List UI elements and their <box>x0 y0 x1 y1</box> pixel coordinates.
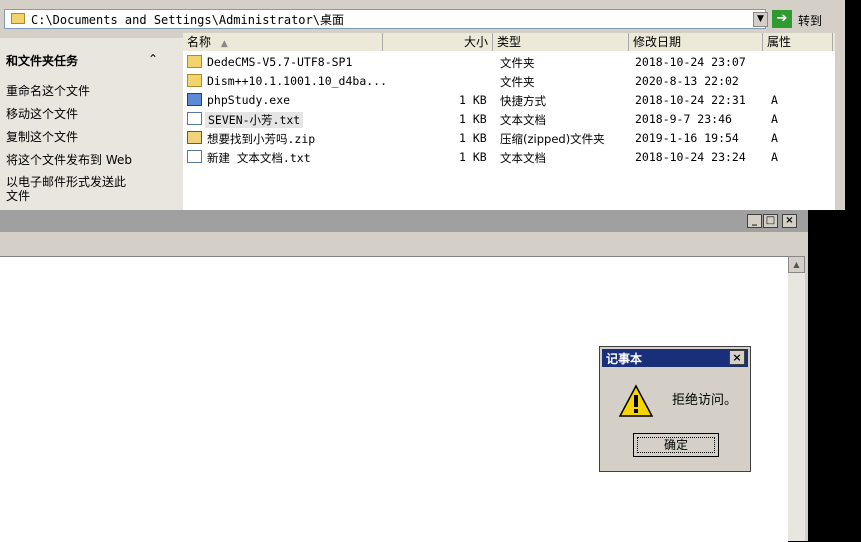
folder-icon <box>187 55 202 68</box>
file-modified: 2019-1-16 19:54 <box>635 131 739 145</box>
dialog-title: 记事本 <box>606 352 643 366</box>
column-name-label: 名称 <box>187 35 212 49</box>
file-list: 名称 ▲ 大小 类型 修改日期 属性 DedeCMS-V5.7-UTF8-SP1… <box>183 33 835 210</box>
ok-button[interactable]: 确定 <box>633 433 719 457</box>
file-type: 文件夹 <box>500 75 535 89</box>
task-email-cont[interactable]: 文件 <box>6 187 30 204</box>
file-name: 想要找到小芳吗.zip <box>207 132 316 146</box>
sort-up-icon: ▲ <box>220 39 228 49</box>
file-modified: 2020-8-13 22:02 <box>635 74 739 88</box>
arrow-right-icon: ➔ <box>772 10 792 28</box>
file-row[interactable]: 新建 文本文档.txt 1 KB 文本文档 2018-10-24 23:24 A <box>183 148 835 166</box>
go-button[interactable]: ➔ 转到 <box>770 8 830 30</box>
task-copy[interactable]: 复制这个文件 <box>6 128 78 145</box>
text-file-icon <box>187 112 202 125</box>
file-type: 快捷方式 <box>500 94 546 108</box>
task-rename[interactable]: 重命名这个文件 <box>6 82 90 99</box>
close-icon[interactable]: × <box>729 350 745 365</box>
vertical-scrollbar[interactable]: ▲ <box>788 256 805 541</box>
address-input[interactable]: C:\Documents and Settings\Administrator\… <box>4 9 768 29</box>
explorer-window: C:\Documents and Settings\Administrator\… <box>0 0 845 210</box>
file-tasks-panel: 和文件夹任务 ⌃ 重命名这个文件 移动这个文件 复制这个文件 将这个文件发布到 … <box>0 38 183 210</box>
file-size: 1 KB <box>459 131 487 145</box>
file-modified: 2018-9-7 23:46 <box>635 112 732 126</box>
file-attr: A <box>771 131 778 145</box>
column-name[interactable]: 名称 ▲ <box>183 33 383 51</box>
file-size: 1 KB <box>459 150 487 164</box>
file-modified: 2018-10-24 22:31 <box>635 93 746 107</box>
column-type-label: 类型 <box>497 35 522 49</box>
file-name: SEVEN-小芳.txt <box>205 112 304 128</box>
shortcut-icon <box>187 93 202 106</box>
go-label: 转到 <box>798 14 823 28</box>
column-headers: 名称 ▲ 大小 类型 修改日期 属性 <box>183 33 835 51</box>
column-modified-label: 修改日期 <box>633 35 682 49</box>
close-icon[interactable]: × <box>782 214 797 228</box>
file-name: 新建 文本文档.txt <box>207 151 311 165</box>
file-row[interactable]: SEVEN-小芳.txt 1 KB 文本文档 2018-9-7 23:46 A <box>183 110 835 128</box>
file-size: 1 KB <box>459 93 487 107</box>
file-attr: A <box>771 112 778 126</box>
column-type[interactable]: 类型 <box>493 33 629 51</box>
file-type: 文件夹 <box>500 56 535 70</box>
task-move[interactable]: 移动这个文件 <box>6 105 78 122</box>
file-size: 1 KB <box>459 112 487 126</box>
warning-icon <box>618 384 654 417</box>
folder-icon <box>187 74 202 87</box>
notepad-menu-bar <box>0 232 808 252</box>
dialog-title-bar[interactable]: 记事本 × <box>602 349 748 367</box>
file-row[interactable]: Dism++10.1.1001.10_d4ba... 文件夹 2020-8-13… <box>183 72 835 90</box>
file-modified: 2018-10-24 23:24 <box>635 150 746 164</box>
file-row[interactable]: 想要找到小芳吗.zip 1 KB 压缩(zipped)文件夹 2019-1-16… <box>183 129 835 147</box>
tasks-title: 和文件夹任务 <box>6 54 79 68</box>
folder-icon <box>11 13 25 24</box>
collapse-icon[interactable]: ⌃ <box>148 52 158 66</box>
column-size-label: 大小 <box>463 35 488 49</box>
task-publish-web[interactable]: 将这个文件发布到 Web <box>6 151 132 168</box>
chevron-down-icon[interactable]: ▼ <box>753 12 768 27</box>
minimize-icon[interactable]: _ <box>747 214 762 228</box>
ok-button-label: 确定 <box>637 437 715 453</box>
column-modified[interactable]: 修改日期 <box>629 33 763 51</box>
file-type: 文本文档 <box>500 151 546 165</box>
file-name: Dism++10.1.1001.10_d4ba... <box>207 74 388 88</box>
file-attr: A <box>771 150 778 164</box>
desktop-edge <box>845 0 861 541</box>
address-bar: C:\Documents and Settings\Administrator\… <box>0 6 845 32</box>
file-attr: A <box>771 93 778 107</box>
tasks-header[interactable]: 和文件夹任务 ⌃ <box>0 50 172 70</box>
scroll-up-icon[interactable]: ▲ <box>788 256 805 273</box>
error-dialog: 记事本 × 拒绝访问。 确定 <box>599 346 751 472</box>
file-row[interactable]: phpStudy.exe 1 KB 快捷方式 2018-10-24 22:31 … <box>183 91 835 109</box>
column-attr[interactable]: 属性 <box>763 33 833 51</box>
maximize-icon[interactable]: □ <box>763 214 778 228</box>
file-row[interactable]: DedeCMS-V5.7-UTF8-SP1 文件夹 2018-10-24 23:… <box>183 53 835 71</box>
notepad-title-bar[interactable]: _ □ × <box>0 210 808 232</box>
text-file-icon <box>187 150 202 163</box>
file-name: phpStudy.exe <box>207 93 291 107</box>
dialog-message: 拒绝访问。 <box>672 393 738 408</box>
address-path: C:\Documents and Settings\Administrator\… <box>31 13 344 27</box>
column-attr-label: 属性 <box>767 35 792 49</box>
file-name: DedeCMS-V5.7-UTF8-SP1 <box>207 55 353 69</box>
file-type: 文本文档 <box>500 113 546 127</box>
file-type: 压缩(zipped)文件夹 <box>500 132 605 146</box>
column-size[interactable]: 大小 <box>383 33 493 51</box>
zip-icon <box>187 131 202 144</box>
file-modified: 2018-10-24 23:07 <box>635 55 746 69</box>
